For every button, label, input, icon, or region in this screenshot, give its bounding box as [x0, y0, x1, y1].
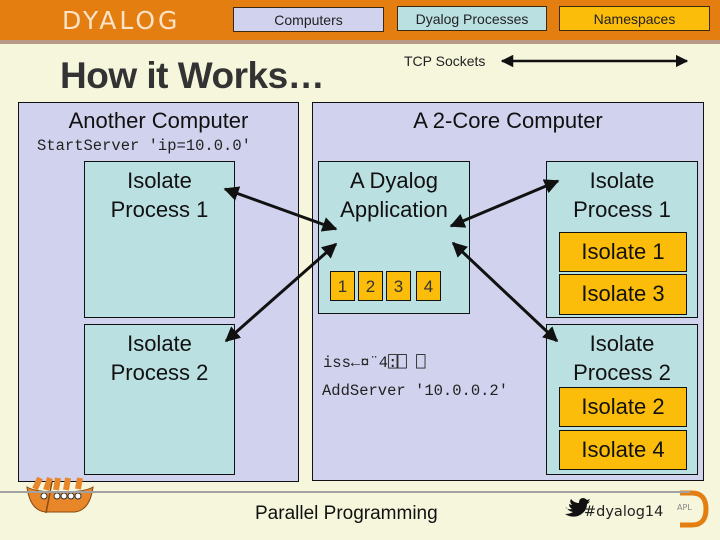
arrow-app-to-right-process-1 [449, 179, 560, 228]
apl-badge-text: APL [677, 503, 692, 512]
arrow-app-to-left-process-1 [223, 186, 338, 232]
arrow-app-to-right-process-2 [451, 241, 559, 343]
footer-divider [0, 491, 690, 493]
twitter-hashtag: #dyalog14 [584, 504, 664, 520]
viking-ship-icon [26, 476, 94, 514]
connection-arrows [26, 54, 709, 528]
arrow-app-to-left-process-2 [224, 242, 338, 343]
footer-title: Parallel Programming [255, 503, 438, 524]
